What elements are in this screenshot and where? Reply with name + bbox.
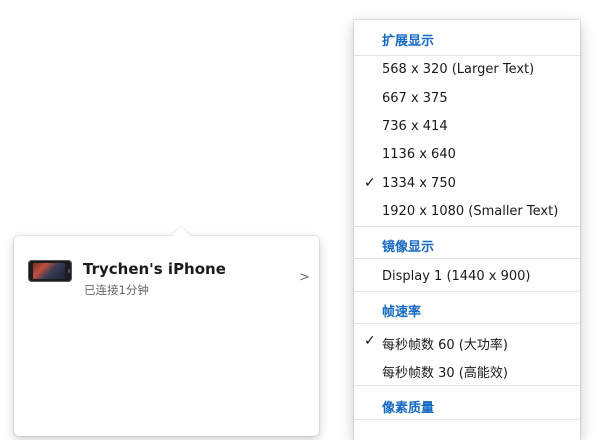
device-connection-status: 已连接1分钟 [84,283,149,297]
menu-separator [354,419,580,420]
menu-item-resolution[interactable]: 736 x 414 [354,113,580,141]
menu-separator [354,323,580,324]
menu-item-label: 667 x 375 [382,91,448,106]
menu-item-resolution[interactable]: 1136 x 640 [354,141,580,169]
section-header-label: 像素质量 [382,401,435,416]
menu-separator [354,226,580,227]
popover-arrow [172,226,190,244]
menu-item-label: 每秒帧数 60 (大功率) [382,338,508,353]
phone-speaker [68,269,70,273]
menu-header-extended-display: 扩展显示 [354,24,580,52]
checkmark-icon: ✓ [364,175,376,191]
menu-item-label: 1334 x 750 [382,176,456,191]
iphone-device-icon [28,260,72,282]
checkmark-icon: ✓ [364,333,376,349]
menu-item-label: 每秒帧数 30 (高能效) [382,366,508,381]
menu-item-frame-rate-selected[interactable]: ✓ 每秒帧数 60 (大功率) [354,328,580,356]
chevron-right-icon[interactable]: > [299,270,310,285]
menu-item-resolution[interactable]: 1920 x 1080 (Smaller Text) [354,198,580,226]
menu-item-mirror-display[interactable]: Display 1 (1440 x 900) [354,263,580,291]
section-header-label: 帧速率 [382,305,422,320]
device-name: Trychen's iPhone [83,260,226,278]
device-row-iphone[interactable]: Trychen's iPhone 已连接1分钟 > [14,246,319,297]
menu-item-resolution[interactable]: 568 x 320 (Larger Text) [354,56,580,84]
menu-item-label: 736 x 414 [382,119,448,134]
menu-header-frame-rate: 帧速率 [354,295,580,323]
phone-screen [33,263,65,279]
section-header-label: 镜像显示 [382,240,435,255]
device-popover: Trychen's iPhone 已连接1分钟 > [14,226,319,436]
menu-header-mirror-display: 镜像显示 [354,230,580,258]
menu-item-label: Display 1 (1440 x 900) [382,269,531,284]
menu-item-frame-rate[interactable]: 每秒帧数 30 (高能效) [354,356,580,384]
menu-separator [354,385,580,386]
menu-item-label: 1136 x 640 [382,147,456,162]
display-options-menu: 扩展显示 568 x 320 (Larger Text) 667 x 375 7… [354,20,580,440]
menu-separator [354,258,580,259]
menu-separator [354,291,580,292]
menu-item-resolution[interactable]: 667 x 375 [354,85,580,113]
menu-header-pixel-quality: 像素质量 [354,391,580,419]
menu-item-resolution-selected[interactable]: ✓ 1334 x 750 [354,170,580,198]
menu-item-label: 568 x 320 (Larger Text) [382,62,535,77]
menu-item-label: 1920 x 1080 (Smaller Text) [382,204,559,219]
section-header-label: 扩展显示 [382,34,435,49]
